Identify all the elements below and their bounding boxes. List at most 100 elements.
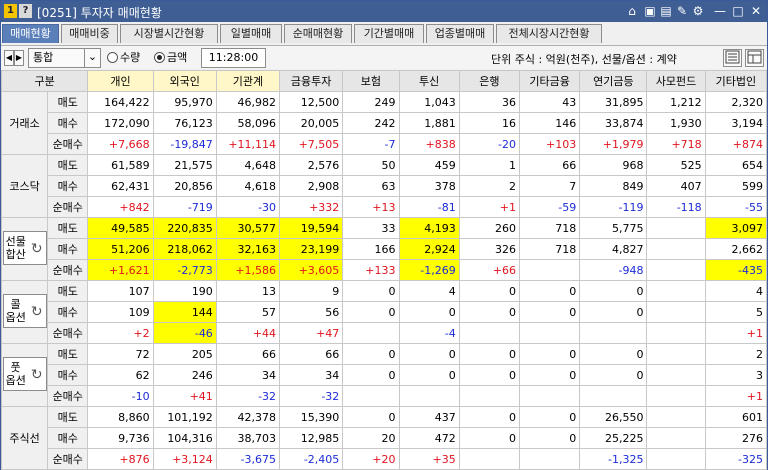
group-label[interactable]: 콜 옵션 ↻ <box>0 280 49 344</box>
column-header[interactable]: 보험 <box>342 70 400 92</box>
list-view-icon[interactable] <box>723 49 742 67</box>
table-row: 순매수 +876 +3,124 -3,675 -2,405 +20 +35 -1,325 -32… <box>2 448 768 470</box>
settings-gear-icon[interactable]: ⚙ <box>691 4 705 18</box>
group-toggle-button[interactable]: 선물 합산 ↻ <box>2 230 47 265</box>
data-cell: 104,316 <box>152 427 217 449</box>
prev-arrow-icon[interactable]: ◀ <box>4 50 14 66</box>
data-cell: 58,096 <box>215 112 281 134</box>
data-cell <box>646 343 706 365</box>
data-cell <box>518 448 581 470</box>
tab-sector-trade[interactable]: 업종별매매 <box>426 24 494 43</box>
maximize-icon[interactable]: □ <box>731 4 745 18</box>
data-cell <box>646 364 706 386</box>
help-icon[interactable]: ? <box>19 4 32 18</box>
data-cell: +876 <box>87 448 154 470</box>
data-cell: -7 <box>342 133 400 155</box>
data-cell: 38,703 <box>215 427 281 449</box>
data-cell: 31,895 <box>579 91 648 113</box>
data-cell: 242 <box>342 112 400 134</box>
radio-amount[interactable]: 금액 <box>154 51 187 65</box>
column-header[interactable]: 사모펀드 <box>646 70 706 92</box>
group-toggle-button[interactable]: 콜 옵션 ↻ <box>2 293 47 328</box>
data-cell: 190 <box>152 280 217 302</box>
data-cell: 0 <box>579 364 648 386</box>
data-cell: 0 <box>518 427 581 449</box>
data-cell: 172,090 <box>87 112 154 134</box>
group-label: 거래소 <box>0 91 49 155</box>
column-header[interactable]: 연기금등 <box>579 70 648 92</box>
table-row: 매수 62 246 34 34 0 0 0 0 0 3 <box>2 364 768 386</box>
tab-bar: 매매현황 매매비중 시장별시간현황 일별매매 순매매현황 기간별매매 업종별매매… <box>2 24 768 44</box>
column-header[interactable]: 은행 <box>458 70 520 92</box>
data-cell: 20,005 <box>279 112 344 134</box>
group-label: 주식선 <box>0 406 49 470</box>
row-type-label: 매도 <box>47 343 89 365</box>
data-cell <box>646 322 706 344</box>
group-label-line: 풋 <box>10 360 21 374</box>
data-cell: 249 <box>342 91 400 113</box>
data-cell: 66 <box>215 343 281 365</box>
group-label[interactable]: 선물 합산 ↻ <box>0 217 49 281</box>
row-type-label: 순매수 <box>47 196 89 218</box>
group-toggle-button[interactable]: 풋 옵션 ↻ <box>2 356 47 391</box>
row-type-label: 매도 <box>47 406 89 428</box>
tab-trade-status[interactable]: 매매현황 <box>2 24 59 43</box>
data-cell: 276 <box>704 427 768 449</box>
tab-daily-trade[interactable]: 일별매매 <box>220 24 282 43</box>
data-cell: +1 <box>458 196 520 218</box>
next-arrow-icon[interactable]: ▶ <box>14 50 24 66</box>
data-cell: 51,206 <box>87 238 154 260</box>
group-label-line: 합산 <box>5 247 26 261</box>
row-type-label: 매도 <box>47 217 89 239</box>
column-header[interactable]: 기관계 <box>215 70 281 92</box>
data-cell: -2,405 <box>279 448 344 470</box>
data-cell <box>342 385 400 407</box>
data-cell: 1,930 <box>646 112 706 134</box>
tab-trade-ratio[interactable]: 매매비중 <box>61 24 118 43</box>
tab-market-time-status[interactable]: 시장별시간현황 <box>120 24 218 43</box>
layout-icon[interactable]: ▤ <box>659 4 673 18</box>
data-cell: 0 <box>342 343 400 365</box>
data-cell: +2 <box>87 322 154 344</box>
market-select[interactable]: 통합 ⌄ <box>28 48 101 68</box>
row-type-label: 매수 <box>47 238 89 260</box>
close-icon[interactable]: ✕ <box>749 4 763 18</box>
screen-number-badge[interactable]: 1 <box>4 4 17 18</box>
data-cell: +842 <box>87 196 154 218</box>
tab-period-trade[interactable]: 기간별매매 <box>354 24 424 43</box>
data-cell: 1,881 <box>398 112 460 134</box>
group-label[interactable]: 풋 옵션 ↻ <box>0 343 49 407</box>
column-header[interactable]: 외국인 <box>152 70 217 92</box>
row-type-label: 순매수 <box>47 385 89 407</box>
radio-quantity-dot <box>107 52 118 63</box>
data-cell: 144 <box>152 301 217 323</box>
column-header[interactable]: 기타법인 <box>704 70 768 92</box>
column-header[interactable]: 금융투자 <box>279 70 344 92</box>
data-cell: 23,199 <box>279 238 344 260</box>
table-row: 선물 합산 ↻ 매도 49,585 220,835 30,577 19,594 33 4,193 2… <box>0 217 768 281</box>
home-icon[interactable]: ⌂ <box>625 4 639 18</box>
data-cell: 0 <box>342 364 400 386</box>
radio-quantity[interactable]: 수량 <box>107 51 140 65</box>
column-header[interactable]: 투신 <box>398 70 460 92</box>
edit-icon[interactable]: ✎ <box>675 4 689 18</box>
data-cell: 601 <box>704 406 768 428</box>
grid-settings-icon[interactable] <box>745 49 764 67</box>
data-cell: 326 <box>458 238 520 260</box>
data-cell: 5,775 <box>579 217 648 239</box>
time-input[interactable]: 11:28:00 <box>201 48 266 68</box>
column-header[interactable]: 개인 <box>87 70 154 92</box>
tab-all-market-time[interactable]: 전체시장시간현황 <box>496 24 602 43</box>
data-cell: 0 <box>579 343 648 365</box>
data-cell: 472 <box>398 427 460 449</box>
data-cell <box>398 385 460 407</box>
data-cell: 15,390 <box>279 406 344 428</box>
table-row: 순매수 +2 -46 +44 +47 -4 +1 <box>2 322 768 344</box>
window-link-icon[interactable]: ▣ <box>643 4 657 18</box>
data-cell: 437 <box>398 406 460 428</box>
minimize-icon[interactable]: — <box>713 4 727 18</box>
column-header[interactable]: 기타금융 <box>518 70 581 92</box>
refresh-icon: ↻ <box>30 240 43 257</box>
tab-net-trade[interactable]: 순매매현황 <box>284 24 352 43</box>
data-cell: 34 <box>215 364 281 386</box>
